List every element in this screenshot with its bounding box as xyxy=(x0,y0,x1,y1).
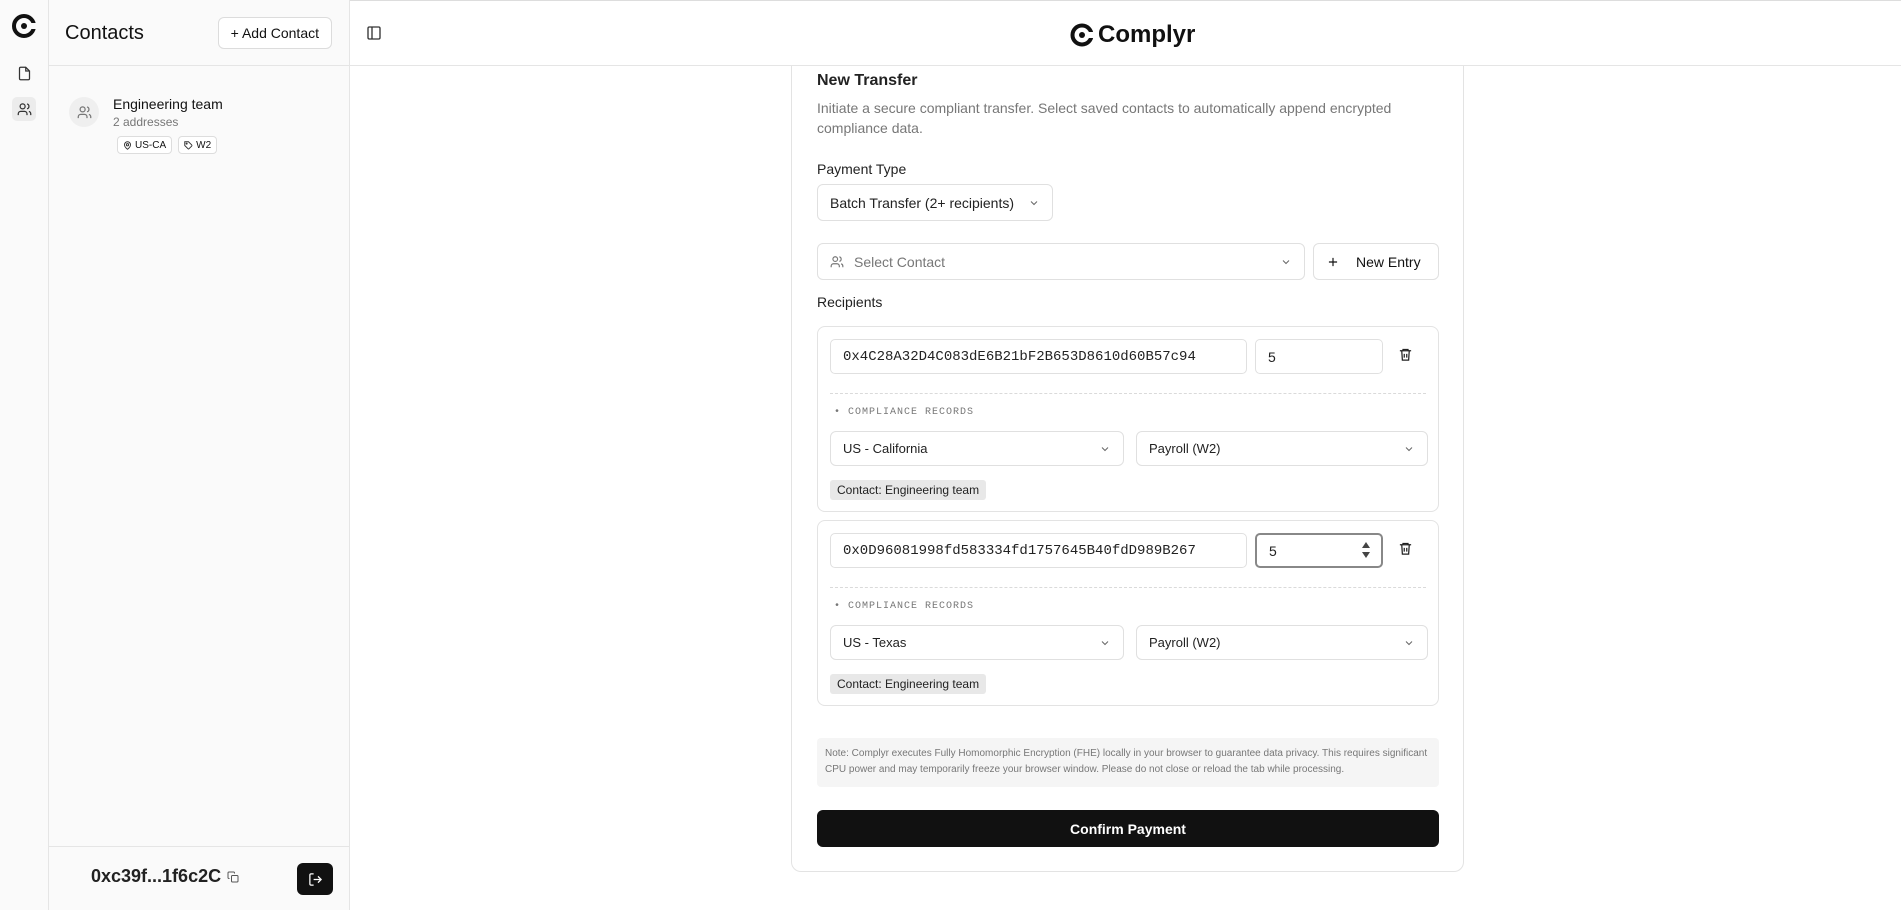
recipient-amount-input[interactable]: 5 xyxy=(1255,533,1383,568)
transfer-description: Initiate a secure compliant transfer. Se… xyxy=(817,100,1392,136)
contact-badge: Contact: Engineering team xyxy=(830,480,987,500)
wallet-address-text: 0xc39f...1f6c2C xyxy=(91,866,222,886)
payment-type-label: Payment Type xyxy=(817,161,907,177)
complyr-logo-icon xyxy=(1070,23,1094,47)
payment-type-value: Batch Transfer (2+ recipients) xyxy=(830,194,1015,211)
divider xyxy=(830,393,1426,394)
plus-icon xyxy=(1328,257,1338,266)
recipient-card: 0x4C28A32D4C083dE6B21bF2B653D8610d60B57c… xyxy=(817,326,1439,512)
chevron-down-icon xyxy=(1099,443,1111,455)
new-entry-button[interactable]: New Entry xyxy=(1313,243,1439,280)
region-tag-label: US-CA xyxy=(135,139,167,151)
contact-tags: US-CA W2 xyxy=(117,136,218,154)
sidebar-toggle-icon[interactable] xyxy=(366,25,384,43)
chevron-down-icon xyxy=(1099,637,1111,649)
region-select[interactable]: US - California xyxy=(830,431,1124,466)
payment-category-select[interactable]: Payroll (W2) xyxy=(1136,625,1428,660)
payment-category-value: Payroll (W2) xyxy=(1149,635,1221,650)
users-icon[interactable] xyxy=(12,97,36,121)
logout-icon xyxy=(308,872,322,886)
logout-button[interactable] xyxy=(297,863,333,895)
confirm-payment-button[interactable]: Confirm Payment xyxy=(817,810,1439,847)
chevron-down-icon xyxy=(1403,443,1415,455)
contacts-title: Contacts xyxy=(65,22,144,44)
chevron-down-icon xyxy=(1280,256,1292,268)
payment-category-value: Payroll (W2) xyxy=(1149,441,1221,456)
select-contact-dropdown[interactable]: Select Contact xyxy=(817,243,1305,280)
contact-badge: Contact: Engineering team xyxy=(830,674,987,694)
contact-list-item[interactable]: Engineering team 2 addresses US-CA W2 xyxy=(69,94,329,156)
complyr-logo-icon[interactable] xyxy=(12,14,36,38)
transfer-card: New Transfer Initiate a secure compliant… xyxy=(791,66,1464,872)
icon-rail xyxy=(0,0,49,910)
payment-type-select[interactable]: Batch Transfer (2+ recipients) xyxy=(817,184,1053,221)
payment-category-select[interactable]: Payroll (W2) xyxy=(1136,431,1428,466)
tag-icon xyxy=(184,140,193,149)
divider xyxy=(830,587,1426,588)
region-tag: US-CA xyxy=(117,136,173,154)
top-bar: Complyr xyxy=(350,0,1901,66)
delete-recipient-icon[interactable] xyxy=(1398,541,1416,559)
contacts-panel: Contacts + Add Contact Engineering team … xyxy=(49,0,350,910)
new-entry-label: New Entry xyxy=(1356,253,1421,270)
recipient-address-input[interactable]: 0x4C28A32D4C083dE6B21bF2B653D8610d60B57c… xyxy=(830,339,1247,374)
fhe-note: Note: Complyr executes Fully Homomorphic… xyxy=(817,738,1439,787)
contact-avatar xyxy=(69,97,99,127)
region-value: US - California xyxy=(843,441,928,456)
brand-logo: Complyr xyxy=(1070,21,1195,49)
add-contact-button[interactable]: + Add Contact xyxy=(217,17,332,49)
recipients-label: Recipients xyxy=(817,294,883,310)
select-contact-placeholder: Select Contact xyxy=(854,253,946,270)
recipient-amount-value: 5 xyxy=(1269,542,1277,559)
compliance-records-text: COMPLIANCE RECORDS xyxy=(848,601,975,612)
users-icon xyxy=(830,255,844,267)
compliance-records-label: • COMPLIANCE RECORDS xyxy=(834,601,975,612)
wallet-address: 0xc39f...1f6c2C xyxy=(91,866,239,887)
compliance-records-label: • COMPLIANCE RECORDS xyxy=(834,407,975,418)
delete-recipient-icon[interactable] xyxy=(1398,347,1416,365)
contact-address-count: 2 addresses xyxy=(113,115,179,129)
users-icon xyxy=(77,105,91,118)
recipient-address-input[interactable]: 0x0D96081998fd583334fd1757645B40fdD989B2… xyxy=(830,533,1247,568)
recipient-amount-input[interactable]: 5 xyxy=(1255,339,1383,374)
map-pin-icon xyxy=(124,140,131,150)
category-tag-label: W2 xyxy=(196,139,212,151)
contacts-header: Contacts + Add Contact xyxy=(49,0,349,66)
transfer-title: New Transfer xyxy=(817,72,918,89)
copy-icon[interactable] xyxy=(227,871,239,883)
contact-name: Engineering team xyxy=(113,96,223,112)
recipient-amount-value: 5 xyxy=(1268,348,1276,365)
brand-name: Complyr xyxy=(1098,21,1196,48)
wallet-footer: 0xc39f...1f6c2C xyxy=(49,846,350,910)
compliance-records-text: COMPLIANCE RECORDS xyxy=(848,407,975,418)
number-spinner-icon[interactable] xyxy=(1361,541,1371,559)
region-select[interactable]: US - Texas xyxy=(830,625,1124,660)
document-icon[interactable] xyxy=(12,61,36,85)
chevron-down-icon xyxy=(1403,637,1415,649)
recipient-card: 0x0D96081998fd583334fd1757645B40fdD989B2… xyxy=(817,520,1439,706)
region-value: US - Texas xyxy=(843,635,907,650)
category-tag: W2 xyxy=(178,136,218,154)
chevron-down-icon xyxy=(1028,197,1040,209)
